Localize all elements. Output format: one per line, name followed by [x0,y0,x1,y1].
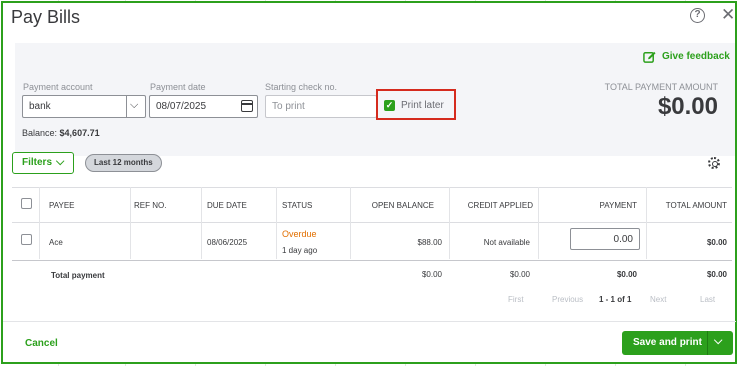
help-icon[interactable]: ? [690,8,705,23]
column-divider [449,187,450,259]
totals-payment: $0.00 [616,270,637,279]
print-later-highlight: ✓ Print later [376,89,456,120]
column-header-payee[interactable]: PAYEE [49,201,75,210]
edit-feedback-icon [643,51,656,63]
balance-label: Balance: [22,128,58,138]
pagination-last[interactable]: Last [700,295,715,304]
column-header-status[interactable]: STATUS [282,201,312,210]
starting-check-label: Starting check no. [265,82,338,92]
column-divider [350,187,351,259]
column-header-credit-applied[interactable]: CREDIT APPLIED [468,201,533,210]
balance-text: Balance: $4,607.71 [22,128,100,138]
column-divider [201,187,202,259]
table-row-border [12,260,732,261]
save-and-print-button[interactable]: Save and print ⌵ [622,331,733,355]
chevron-down-icon: ⌵ [56,156,65,168]
column-divider [276,187,277,259]
payment-account-label: Payment account [23,82,93,92]
row-checkbox[interactable] [21,234,32,245]
save-and-print-label: Save and print [633,337,702,348]
balance-value: $4,607.71 [59,128,100,138]
row-total-amount: $0.00 [706,238,727,247]
starting-check-input[interactable]: To print [265,95,377,118]
column-divider [130,187,131,259]
column-divider [538,187,539,259]
date-range-chip[interactable]: Last 12 months [85,154,162,172]
give-feedback-link[interactable]: Give feedback [643,50,730,63]
row-due-date: 08/06/2025 [207,238,248,247]
print-later-label[interactable]: Print later [401,100,444,111]
print-later-checkbox[interactable]: ✓ [384,100,395,111]
row-open-balance: $88.00 [417,238,442,247]
column-header-payment[interactable]: PAYMENT [600,201,637,210]
pay-bills-dialog: Pay Bills ? ✕ Give feedback Payment acco… [1,1,737,364]
total-payment-row-label: Total payment [51,271,105,280]
column-header-open-balance[interactable]: OPEN BALANCE [372,201,434,210]
close-icon[interactable]: ✕ [721,5,735,25]
payment-date-input[interactable]: 08/07/2025 [149,95,258,118]
select-all-checkbox[interactable] [21,198,32,209]
chevron-down-icon: ⌵ [130,99,139,111]
table-header-border [12,222,732,223]
row-payment-input[interactable]: 0.00 [570,228,640,250]
pagination-range: 1 - 1 of 1 [599,295,632,304]
pagination-previous[interactable]: Previous [552,295,583,304]
pagination-next[interactable]: Next [650,295,666,304]
column-divider [646,187,647,259]
totals-total-amount: $0.00 [706,270,727,279]
filters-button[interactable]: Filters ⌵ [12,152,74,174]
payment-account-value: bank [29,101,51,112]
pagination-first[interactable]: First [508,295,524,304]
row-payee: Ace [49,238,63,247]
column-header-due-date[interactable]: DUE DATE [207,201,247,210]
calendar-icon[interactable] [241,100,253,112]
row-payment-value: 0.00 [613,234,633,245]
dialog-title: Pay Bills [11,7,81,27]
payment-account-select[interactable]: bank ⌵ [22,95,146,118]
totals-open-balance: $0.00 [421,270,442,279]
row-credit-applied: Not available [483,238,530,247]
row-status: Overdue [282,229,317,239]
column-header-total-amount[interactable]: TOTAL AMOUNT [666,201,727,210]
chevron-down-icon[interactable]: ⌵ [714,335,722,348]
split-button-divider [707,331,708,355]
payment-date-label: Payment date [150,82,206,92]
filters-label: Filters [22,157,53,168]
payment-date-value: 08/07/2025 [156,101,207,112]
totals-credit-applied: $0.00 [509,270,530,279]
total-payment-amount: $0.00 [657,93,718,120]
row-status-sub: 1 day ago [282,246,318,255]
gear-icon[interactable] [708,157,720,169]
cancel-button[interactable]: Cancel [25,338,58,349]
column-divider [39,187,40,259]
footer-divider [3,321,736,322]
total-payment-label: TOTAL PAYMENT AMOUNT [604,82,718,92]
starting-check-placeholder: To print [272,101,305,112]
column-header-ref-no[interactable]: REF NO. [134,201,166,210]
select-divider [126,96,127,117]
give-feedback-label: Give feedback [662,51,730,62]
table-top-border [12,187,732,188]
